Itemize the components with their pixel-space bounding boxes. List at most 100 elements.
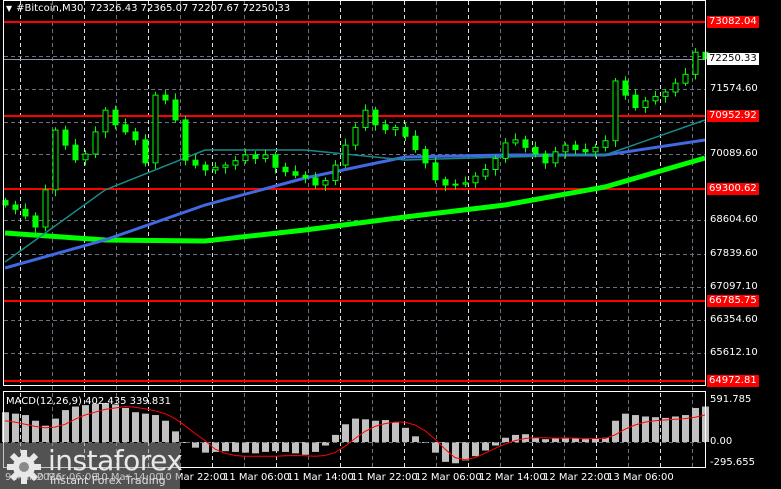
candle-body (612, 80, 619, 142)
macd-bar (62, 410, 69, 442)
candle-body (232, 160, 239, 166)
macd-bar (642, 416, 649, 442)
main-panel-frame (3, 0, 706, 386)
candle-body (642, 100, 649, 109)
chart-canvas[interactable] (0, 0, 781, 489)
macd-bar (342, 424, 349, 442)
macd-bar (372, 420, 379, 442)
macd-bar (132, 412, 139, 442)
macd-bar (32, 420, 39, 442)
candle-body (362, 109, 369, 128)
candles (2, 46, 709, 233)
macd-tick-label: -295.655 (710, 456, 755, 468)
candle-body (252, 154, 259, 159)
candle-body (482, 169, 489, 177)
candle-body (92, 131, 99, 155)
time-tick-label: 13 Mar 06:00 (607, 472, 674, 483)
candle-body (172, 99, 179, 121)
candle-body (122, 124, 129, 133)
candle-body (342, 144, 349, 166)
macd-bar (122, 407, 129, 442)
macd-bar (532, 437, 539, 442)
price-tick-label: 66354.60 (710, 313, 758, 325)
macd-bar (142, 413, 149, 442)
price-tick-label: 71574.60 (710, 82, 758, 94)
candle-body (112, 109, 119, 126)
macd-bar (392, 422, 399, 442)
instaforex-watermark: instaforex Instant Forex Trading (0, 443, 183, 489)
macd-bar (612, 420, 619, 442)
candle-body (332, 164, 339, 182)
macd-bar (552, 438, 559, 442)
candle-body (12, 204, 19, 210)
macd-bar (292, 442, 299, 454)
macd-bar (282, 442, 289, 452)
watermark-name: instaforex (48, 444, 183, 477)
macd-bar (412, 436, 419, 442)
candle-body (202, 164, 209, 171)
time-tick-label: 12 Mar 14:00 (479, 472, 546, 483)
ma-line-slow (4, 155, 706, 244)
level-price-label: 66785.75 (707, 294, 759, 307)
ma-line-mid (4, 138, 706, 270)
macd-bar (572, 438, 579, 442)
candle-body (412, 135, 419, 151)
high-price: 72365.07 (140, 3, 189, 14)
macd-bar (262, 442, 269, 452)
macd-bar (52, 418, 59, 442)
gear-logo-icon (7, 450, 41, 484)
candle-body (662, 91, 669, 97)
candle-body (102, 109, 109, 133)
macd-bar (92, 403, 99, 442)
candle-body (442, 179, 449, 186)
macd-bar (662, 417, 669, 442)
macd-bar (22, 415, 29, 442)
candle-body (542, 153, 549, 164)
candle-body (422, 149, 429, 164)
price-tick-label: 67097.10 (710, 280, 758, 292)
candle-body (552, 151, 559, 164)
candle-body (22, 208, 29, 217)
candle-body (522, 139, 529, 148)
candle-body (142, 139, 149, 164)
macd-bar (502, 437, 509, 442)
dropdown-triangle-icon[interactable]: ▼ (6, 4, 12, 13)
level-price-label: 64972.81 (707, 374, 759, 387)
macd-bar (542, 439, 549, 442)
candle-body (262, 154, 269, 159)
candle-body (452, 183, 459, 186)
candle-body (352, 126, 359, 146)
macd-bar (482, 442, 489, 451)
low-price: 72207.67 (191, 3, 240, 14)
candle-body (692, 51, 699, 75)
candle-body (272, 154, 279, 168)
candle-body (582, 149, 589, 153)
macd-tick-label: 0.00 (710, 436, 733, 447)
candle-body (52, 129, 59, 191)
level-price-label: 73082.04 (707, 16, 759, 28)
macd-label: MACD(12,26,9) 402.435 339.831 (6, 396, 172, 407)
time-tick-label: 11 Mar 22:00 (351, 472, 418, 483)
current-price-label: 72250.33 (707, 52, 759, 65)
macd-bar (302, 442, 309, 455)
macd-bar (222, 442, 229, 452)
candle-body (432, 162, 439, 181)
horizontal-levels (4, 21, 705, 382)
candle-body (622, 80, 629, 96)
candle-body (472, 175, 479, 184)
candle-body (462, 182, 469, 185)
macd-bar (402, 427, 409, 442)
price-tick-label: 67839.60 (710, 248, 758, 260)
candle-body (312, 177, 319, 186)
candle-body (372, 109, 379, 126)
candle-body (652, 95, 659, 102)
macd-bar (12, 413, 19, 442)
candle-body (32, 215, 39, 228)
candle-body (592, 146, 599, 153)
candle-body (62, 129, 69, 146)
candle-body (632, 94, 639, 109)
price-tick-label: 70089.60 (710, 148, 758, 160)
time-tick-label: 11 Mar 06:00 (223, 472, 290, 483)
candle-body (602, 140, 609, 148)
candle-body (222, 164, 229, 168)
